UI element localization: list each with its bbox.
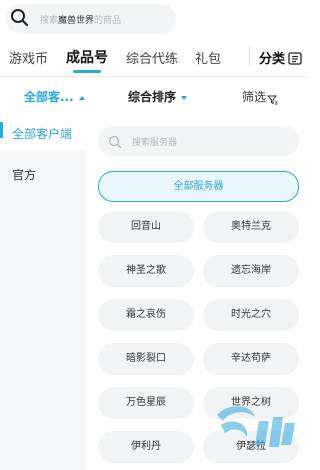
- active-tab-indicator: [73, 70, 101, 73]
- main-tabs: 游戏币 成品号 综合代练 礼包 分类: [0, 38, 308, 74]
- filter-funnel-icon[interactable]: [266, 90, 278, 109]
- caret-down-icon: [181, 95, 188, 100]
- client-filter[interactable]: 全部客...: [24, 88, 85, 105]
- server-chip[interactable]: 世界之树: [203, 387, 299, 419]
- screen-filter[interactable]: 筛选: [242, 88, 266, 105]
- sidebar-active-indicator: [0, 122, 3, 138]
- server-chip[interactable]: 回音山: [98, 211, 194, 243]
- tabs-border: [0, 76, 308, 77]
- server-chip[interactable]: 霜之哀伤: [98, 299, 194, 331]
- all-servers-button[interactable]: 全部服务器: [98, 171, 299, 202]
- sort-filter[interactable]: 综合排序: [128, 88, 188, 105]
- server-chip[interactable]: 伊瑟拉: [203, 431, 299, 463]
- server-chip[interactable]: 万色星辰: [98, 387, 194, 419]
- sidebar-item-all-clients[interactable]: 全部客户端: [12, 125, 72, 142]
- caret-up-icon: [78, 95, 85, 100]
- server-chip[interactable]: 神圣之歌: [98, 255, 194, 287]
- server-chip[interactable]: 辛达苟萨: [203, 343, 299, 375]
- category-button[interactable]: 分类: [259, 48, 285, 67]
- server-search-input[interactable]: 搜索服务器: [98, 126, 299, 156]
- filter-bar: 全部客... 综合排序 筛选: [0, 78, 308, 112]
- tab-boosting[interactable]: 综合代练: [126, 48, 178, 67]
- server-search-placeholder: 搜索服务器: [132, 138, 178, 148]
- tab-gift-packs[interactable]: 礼包: [195, 48, 221, 67]
- sidebar-item-official[interactable]: 官方: [12, 166, 36, 183]
- tab-divider: [249, 47, 250, 65]
- server-chip[interactable]: 遗忘海岸: [203, 255, 299, 287]
- server-chip[interactable]: 奥特兰克: [203, 211, 299, 243]
- tab-accounts[interactable]: 成品号: [66, 47, 108, 67]
- server-chip[interactable]: 暗影裂口: [98, 343, 194, 375]
- search-icon: [108, 134, 122, 153]
- category-list-icon[interactable]: [288, 50, 302, 69]
- server-chip[interactable]: 时光之穴: [203, 299, 299, 331]
- top-search-placeholder: 搜索魔兽世界的商品: [40, 16, 122, 26]
- tab-game-currency[interactable]: 游戏币: [9, 48, 48, 67]
- search-icon: [10, 8, 30, 32]
- top-search-bar[interactable]: 搜索魔兽世界的商品: [6, 4, 176, 34]
- server-chip[interactable]: 伊利丹: [98, 431, 194, 463]
